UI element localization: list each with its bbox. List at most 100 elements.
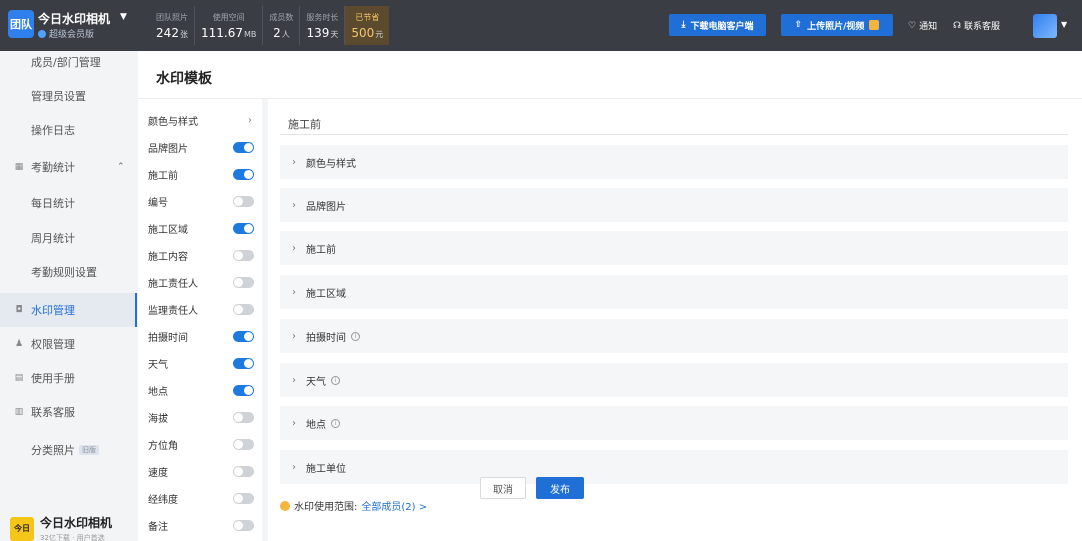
service-link[interactable]: ☊ 联系客服 (953, 19, 1001, 33)
section-label: 施工单位 (306, 463, 346, 475)
upload-icon: ⇧ (794, 20, 803, 30)
option-shoot-time: 拍摄时间 (148, 323, 256, 350)
service-label: 联系客服 (964, 22, 1001, 32)
vip-badge-icon (869, 20, 880, 30)
toggle-switch[interactable] (233, 277, 254, 288)
stat-members: 成员数 2人 (263, 6, 301, 45)
sidebar-item-attendance[interactable]: ▦ 考勤统计 ⌃ (0, 150, 137, 184)
plan-text: 超级会员版 (49, 30, 95, 40)
page-title: 水印模板 (156, 71, 212, 87)
toggle-switch[interactable] (233, 385, 254, 396)
chevron-up-icon: ⌃ (117, 162, 125, 172)
sidebar-item-permissions[interactable]: ♟ 权限管理 (0, 327, 137, 361)
toggle-switch[interactable] (233, 223, 254, 234)
calendar-icon: ▦ (14, 162, 24, 172)
team-badge: 团队 (8, 10, 34, 38)
toggle-switch[interactable] (233, 169, 254, 180)
sidebar-item-label: 考勤统计 (31, 161, 75, 174)
top-bar: 团队 今日水印相机 超级会员版 ▼ 团队照片 242张 使用空间 111.67M… (0, 0, 1082, 51)
cancel-button[interactable]: 取消 (480, 477, 526, 499)
stat-value: 500 (351, 25, 375, 40)
section-label: 品牌图片 (306, 201, 346, 213)
upload-button[interactable]: ⇧ 上传照片/视频 (781, 14, 893, 36)
toggle-switch[interactable] (233, 142, 254, 153)
range-link[interactable]: 全部成员(2) > (361, 498, 427, 513)
stat-label: 成员数 (269, 12, 294, 22)
option-brand-image: 品牌图片 (148, 134, 256, 161)
section-location[interactable]: › 地点 i (280, 406, 1068, 440)
upload-label: 上传照片/视频 (807, 21, 865, 32)
toggle-switch[interactable] (233, 196, 254, 207)
section-before-construction[interactable]: › 施工前 (280, 231, 1068, 265)
option-coordinates: 经纬度 (148, 485, 256, 512)
section-style[interactable]: › 颜色与样式 (280, 145, 1068, 179)
brand-name[interactable]: 今日水印相机 (38, 10, 110, 27)
sidebar-item-watermark[interactable]: ◘ 水印管理 (0, 293, 137, 327)
section-shoot-time[interactable]: › 拍摄时间 i (280, 319, 1068, 353)
section-weather[interactable]: › 天气 i (280, 363, 1068, 397)
toggle-switch[interactable] (233, 466, 254, 477)
chevron-right-icon: › (292, 461, 296, 473)
toggle-switch[interactable] (233, 331, 254, 342)
section-label: 拍摄时间 (306, 332, 346, 344)
option-label: 天气 (148, 360, 168, 371)
info-icon[interactable]: i (331, 418, 340, 428)
sidebar-item-label: 管理员设置 (31, 90, 86, 103)
info-icon[interactable]: i (331, 375, 340, 385)
sidebar-item-label: 周月统计 (31, 232, 75, 245)
stat-unit: 元 (375, 29, 384, 39)
sidebar-item-members[interactable]: 成员/部门管理 (0, 45, 137, 79)
sidebar-item-label: 分类照片 (31, 444, 75, 457)
sidebar-item-admin[interactable]: 管理员设置 (0, 79, 137, 113)
toggle-switch[interactable] (233, 412, 254, 423)
sidebar-item-label: 每日统计 (31, 197, 75, 210)
section-label: 地点 (306, 419, 326, 431)
stat-label: 服务时长 (306, 12, 339, 22)
stat-unit: 人 (281, 29, 290, 39)
option-label: 备注 (148, 522, 168, 533)
sidebar-item-support[interactable]: ▥ 联系客服 (0, 395, 137, 429)
book-icon: ▤ (14, 373, 24, 383)
panel-title: 施工前 (280, 109, 1068, 135)
toggle-switch[interactable] (233, 304, 254, 315)
settings-panel: 施工前 › 颜色与样式 › 品牌图片 › 施工前 › 施工区域 › 拍摄时间 i › 天气 i … (280, 109, 1068, 513)
sidebar-item-weekly[interactable]: 周月统计 (0, 221, 137, 255)
headset-icon: ☊ (953, 20, 961, 31)
toggle-switch[interactable] (233, 493, 254, 504)
chevron-down-icon[interactable]: ▼ (120, 12, 127, 22)
option-weather: 天气 (148, 350, 256, 377)
option-style[interactable]: 颜色与样式 › (148, 107, 256, 134)
section-construction-unit[interactable]: › 施工单位 (280, 450, 1068, 484)
chevron-right-icon: › (292, 156, 296, 168)
sidebar-item-classified[interactable]: 分类照片 旧版 (0, 433, 137, 467)
option-altitude: 海拔 (148, 404, 256, 431)
chevron-right-icon: › (248, 115, 252, 126)
notify-link[interactable]: ♡ 通知 (908, 19, 937, 33)
sidebar-item-rules[interactable]: 考勤规则设置 (0, 255, 137, 289)
toggle-switch[interactable] (233, 439, 254, 450)
sidebar-item-log[interactable]: 操作日志 (0, 113, 137, 147)
toggle-switch[interactable] (233, 358, 254, 369)
toggle-switch[interactable] (233, 520, 254, 531)
publish-button[interactable]: 发布 (536, 477, 584, 499)
stat-value: 242 (156, 25, 179, 40)
option-content: 施工内容 (148, 242, 256, 269)
sidebar-item-label: 联系客服 (31, 406, 75, 419)
sidebar-item-daily[interactable]: 每日统计 (0, 186, 137, 220)
section-brand-image[interactable]: › 品牌图片 (280, 188, 1068, 222)
sidebar-item-manual[interactable]: ▤ 使用手册 (0, 361, 137, 395)
download-client-button[interactable]: ⤓ 下载电脑客户端 (669, 14, 766, 36)
info-icon[interactable]: i (351, 331, 360, 341)
toggle-switch[interactable] (233, 250, 254, 261)
option-label: 海拔 (148, 414, 168, 425)
option-label: 施工责任人 (148, 279, 198, 290)
range-label: 水印使用范围: (294, 502, 358, 513)
option-area: 施工区域 (148, 215, 256, 242)
avatar[interactable] (1033, 14, 1057, 38)
section-area[interactable]: › 施工区域 (280, 275, 1068, 309)
option-before-construction: 施工前 (148, 161, 256, 188)
option-label: 速度 (148, 468, 168, 479)
option-label: 品牌图片 (148, 144, 188, 155)
chevron-right-icon: › (292, 374, 296, 386)
avatar-chevron-icon[interactable]: ▼ (1061, 20, 1067, 29)
